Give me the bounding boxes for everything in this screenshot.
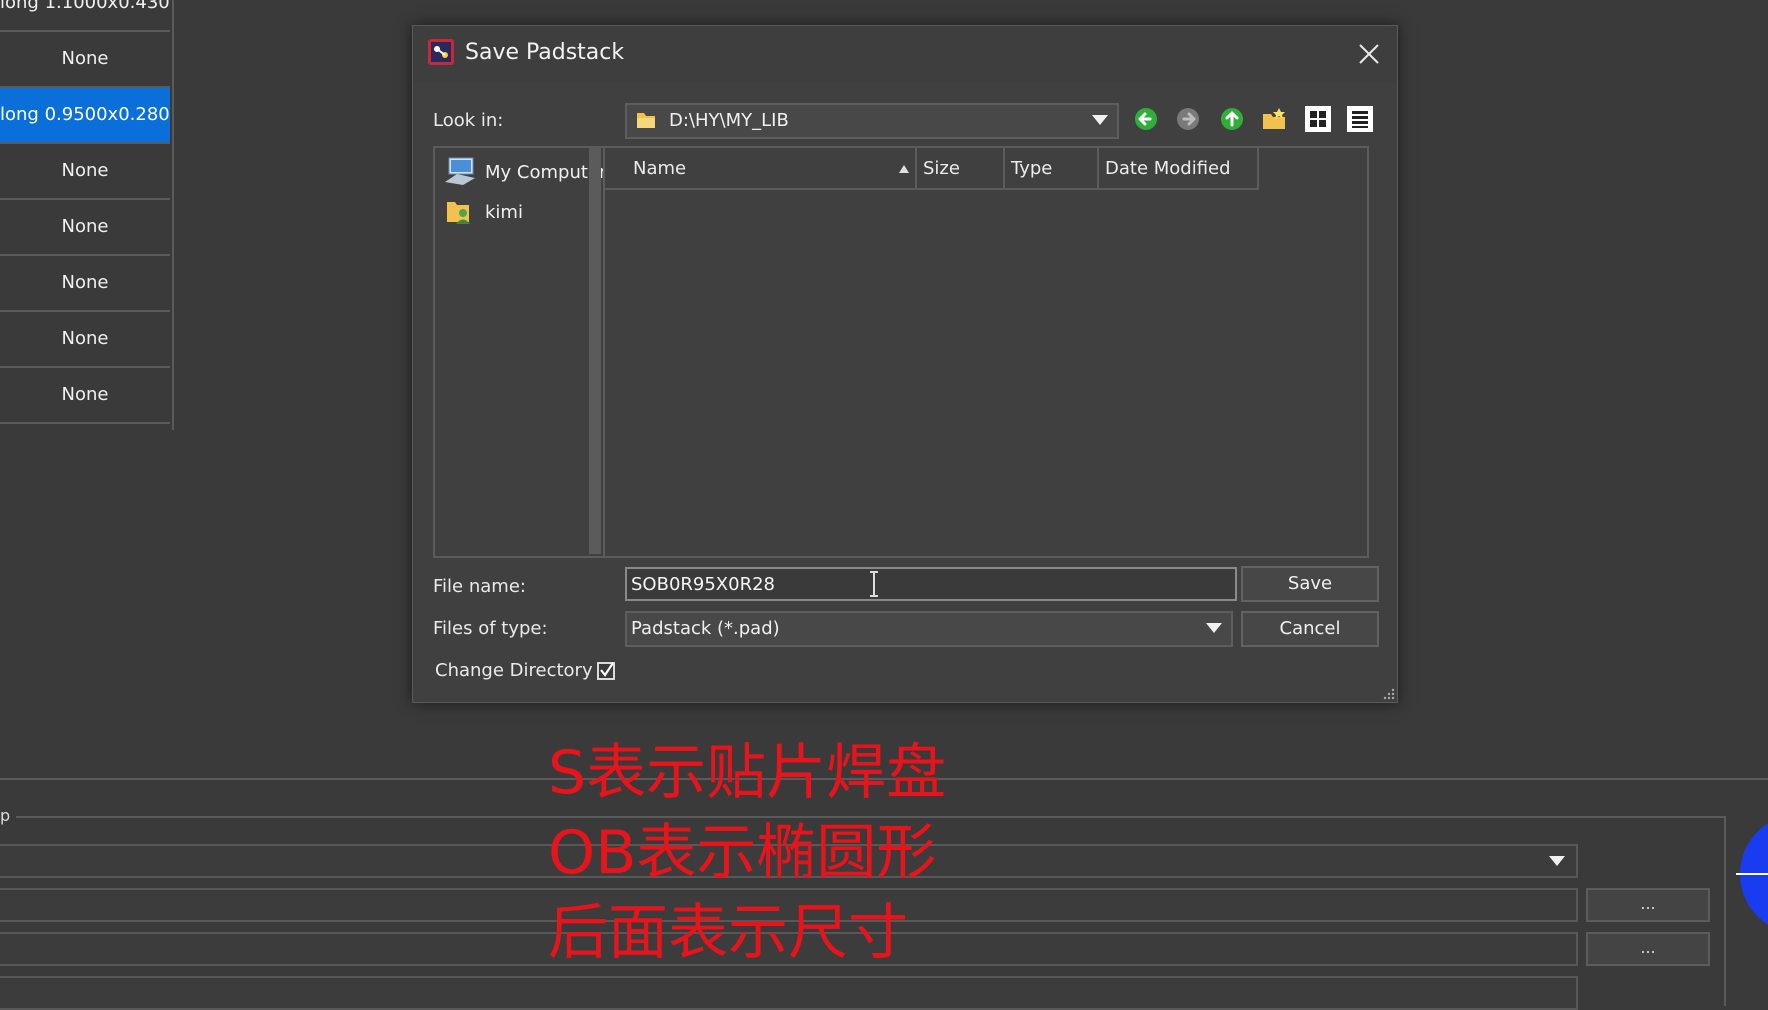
place-label: kimi (485, 202, 523, 223)
save-padstack-dialog: Save Padstack Look in: D:\HY\MY_LIB My C… (412, 25, 1398, 703)
text-cursor-icon (870, 571, 878, 597)
browse-button[interactable]: ... (1586, 932, 1710, 966)
save-button[interactable]: Save (1241, 566, 1379, 602)
table-row[interactable]: None (0, 256, 170, 312)
sort-ascending-icon (899, 165, 909, 173)
look-in-select[interactable]: D:\HY\MY_LIB (625, 103, 1119, 139)
chevron-down-icon (1092, 115, 1108, 125)
file-name-label: File name: (433, 576, 526, 597)
file-name-input[interactable] (625, 567, 1237, 601)
chevron-down-icon (1206, 623, 1222, 633)
column-header-label: Name (633, 158, 687, 179)
checkmark-icon (600, 662, 614, 677)
table-row[interactable]: long 1.1000x0.4300 (0, 0, 170, 32)
table-cell: long 0.9500x0.2800 (0, 104, 170, 125)
column-header-size[interactable]: Size (917, 148, 1005, 190)
group-frame-label: p (0, 806, 17, 825)
column-header-date-modified[interactable]: Date Modified (1099, 148, 1259, 190)
up-folder-icon[interactable] (1217, 104, 1247, 134)
chevron-down-icon (1549, 856, 1565, 866)
new-folder-icon[interactable] (1259, 104, 1289, 134)
table-cell: None (61, 384, 109, 405)
user-folder-icon (447, 202, 470, 224)
table-row-selected[interactable]: long 0.9500x0.2800 (0, 88, 170, 144)
place-kimi[interactable]: kimi (443, 196, 603, 230)
table-cell: None (61, 216, 109, 237)
look-in-value: D:\HY\MY_LIB (669, 110, 789, 131)
table-row[interactable]: None (0, 368, 170, 424)
table-row[interactable]: None (0, 144, 170, 200)
change-directory-label: Change Directory (435, 660, 593, 681)
column-header-label: Type (1011, 158, 1053, 179)
table-row[interactable]: None (0, 200, 170, 256)
look-in-label: Look in: (433, 110, 504, 131)
column-header-type[interactable]: Type (1005, 148, 1099, 190)
table-row[interactable]: None (0, 32, 170, 88)
files-of-type-value: Padstack (*.pad) (631, 618, 780, 639)
files-of-type-select[interactable]: Padstack (*.pad) (625, 611, 1233, 647)
folder-icon (637, 113, 655, 128)
computer-icon (445, 157, 475, 185)
files-of-type-label: Files of type: (433, 618, 548, 639)
places-scrollbar[interactable] (589, 148, 601, 554)
back-icon[interactable] (1131, 104, 1161, 134)
group-frame-right (1724, 816, 1726, 1006)
annotation-line: S表示贴片焊盘 (548, 738, 947, 808)
annotation-line: 后面表示尺寸 (548, 898, 908, 968)
table-cell: None (61, 48, 109, 69)
table-cell: None (61, 160, 109, 181)
detail-view-icon[interactable] (1345, 104, 1375, 134)
table-row[interactable]: None (0, 312, 170, 368)
browse-button[interactable]: ... (1586, 888, 1710, 922)
resize-grip-icon[interactable] (1383, 688, 1395, 700)
column-header-name[interactable]: Name (605, 148, 917, 190)
path-field[interactable] (0, 976, 1578, 1010)
table-cell: None (61, 328, 109, 349)
padstack-list-table: long 1.1000x0.4300 None long 0.9500x0.28… (0, 0, 174, 430)
column-header-label: Date Modified (1105, 158, 1231, 179)
dialog-title: Save Padstack (465, 40, 625, 65)
file-list[interactable]: Name Size Type Date Modified (603, 146, 1369, 558)
change-directory-checkbox[interactable] (597, 662, 615, 680)
list-view-icon[interactable] (1303, 104, 1333, 134)
dialog-titlebar[interactable]: Save Padstack (413, 26, 1397, 82)
column-header-label: Size (923, 158, 960, 179)
annotation-line: OB表示椭圆形 (548, 818, 937, 888)
place-my-computer[interactable]: My Computer (443, 156, 606, 190)
forward-icon[interactable] (1173, 104, 1203, 134)
table-cell: long 1.1000x0.4300 (0, 0, 170, 13)
places-sidebar: My Computer kimi (433, 146, 609, 558)
pad-preview-shape (1736, 823, 1768, 925)
cancel-button[interactable]: Cancel (1241, 611, 1379, 647)
table-cell: None (61, 272, 109, 293)
app-icon (428, 39, 454, 65)
close-icon[interactable] (1353, 38, 1385, 70)
